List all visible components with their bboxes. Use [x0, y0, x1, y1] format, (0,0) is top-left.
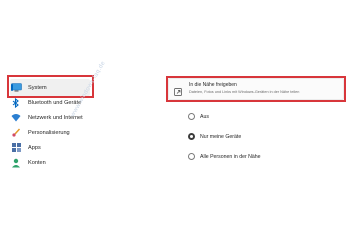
settings-sidebar: System Bluetooth und Geräte Netzwerk und… — [0, 0, 120, 250]
share-device-icon — [174, 84, 183, 96]
sidebar-item-label: System — [28, 84, 47, 91]
sidebar-item-label: Konten — [28, 159, 46, 166]
account-icon — [10, 157, 22, 169]
apps-icon — [10, 142, 22, 154]
sidebar-item-label: Bluetooth und Geräte — [28, 99, 82, 106]
brush-icon — [10, 127, 22, 139]
radio-label: Alle Personen in der Nähe — [200, 153, 261, 160]
wifi-icon — [10, 112, 22, 124]
sidebar-item-accounts[interactable]: Konten — [10, 154, 90, 171]
radio-button[interactable] — [188, 113, 195, 120]
bluetooth-icon — [10, 97, 22, 109]
radio-option-everyone[interactable]: Alle Personen in der Nähe — [188, 153, 261, 160]
nearby-sharing-subtitle: Dateien, Fotos und Links mit Windows-Ger… — [189, 90, 300, 94]
nearby-sharing-card[interactable]: In die Nähe freigeben Dateien, Fotos und… — [168, 78, 344, 100]
radio-button-selected[interactable] — [188, 133, 195, 140]
sidebar-item-label: Personalisierung — [28, 129, 70, 136]
nearby-sharing-title: In die Nähe freigeben — [189, 82, 237, 88]
sidebar-item-label: Apps — [28, 144, 41, 151]
radio-option-off[interactable]: Aus — [188, 113, 209, 120]
radio-button[interactable] — [188, 153, 195, 160]
radio-label: Aus — [200, 113, 209, 120]
radio-option-my-devices[interactable]: Nur meine Geräte — [188, 133, 241, 140]
radio-label: Nur meine Geräte — [200, 133, 242, 140]
selection-indicator — [11, 84, 13, 91]
